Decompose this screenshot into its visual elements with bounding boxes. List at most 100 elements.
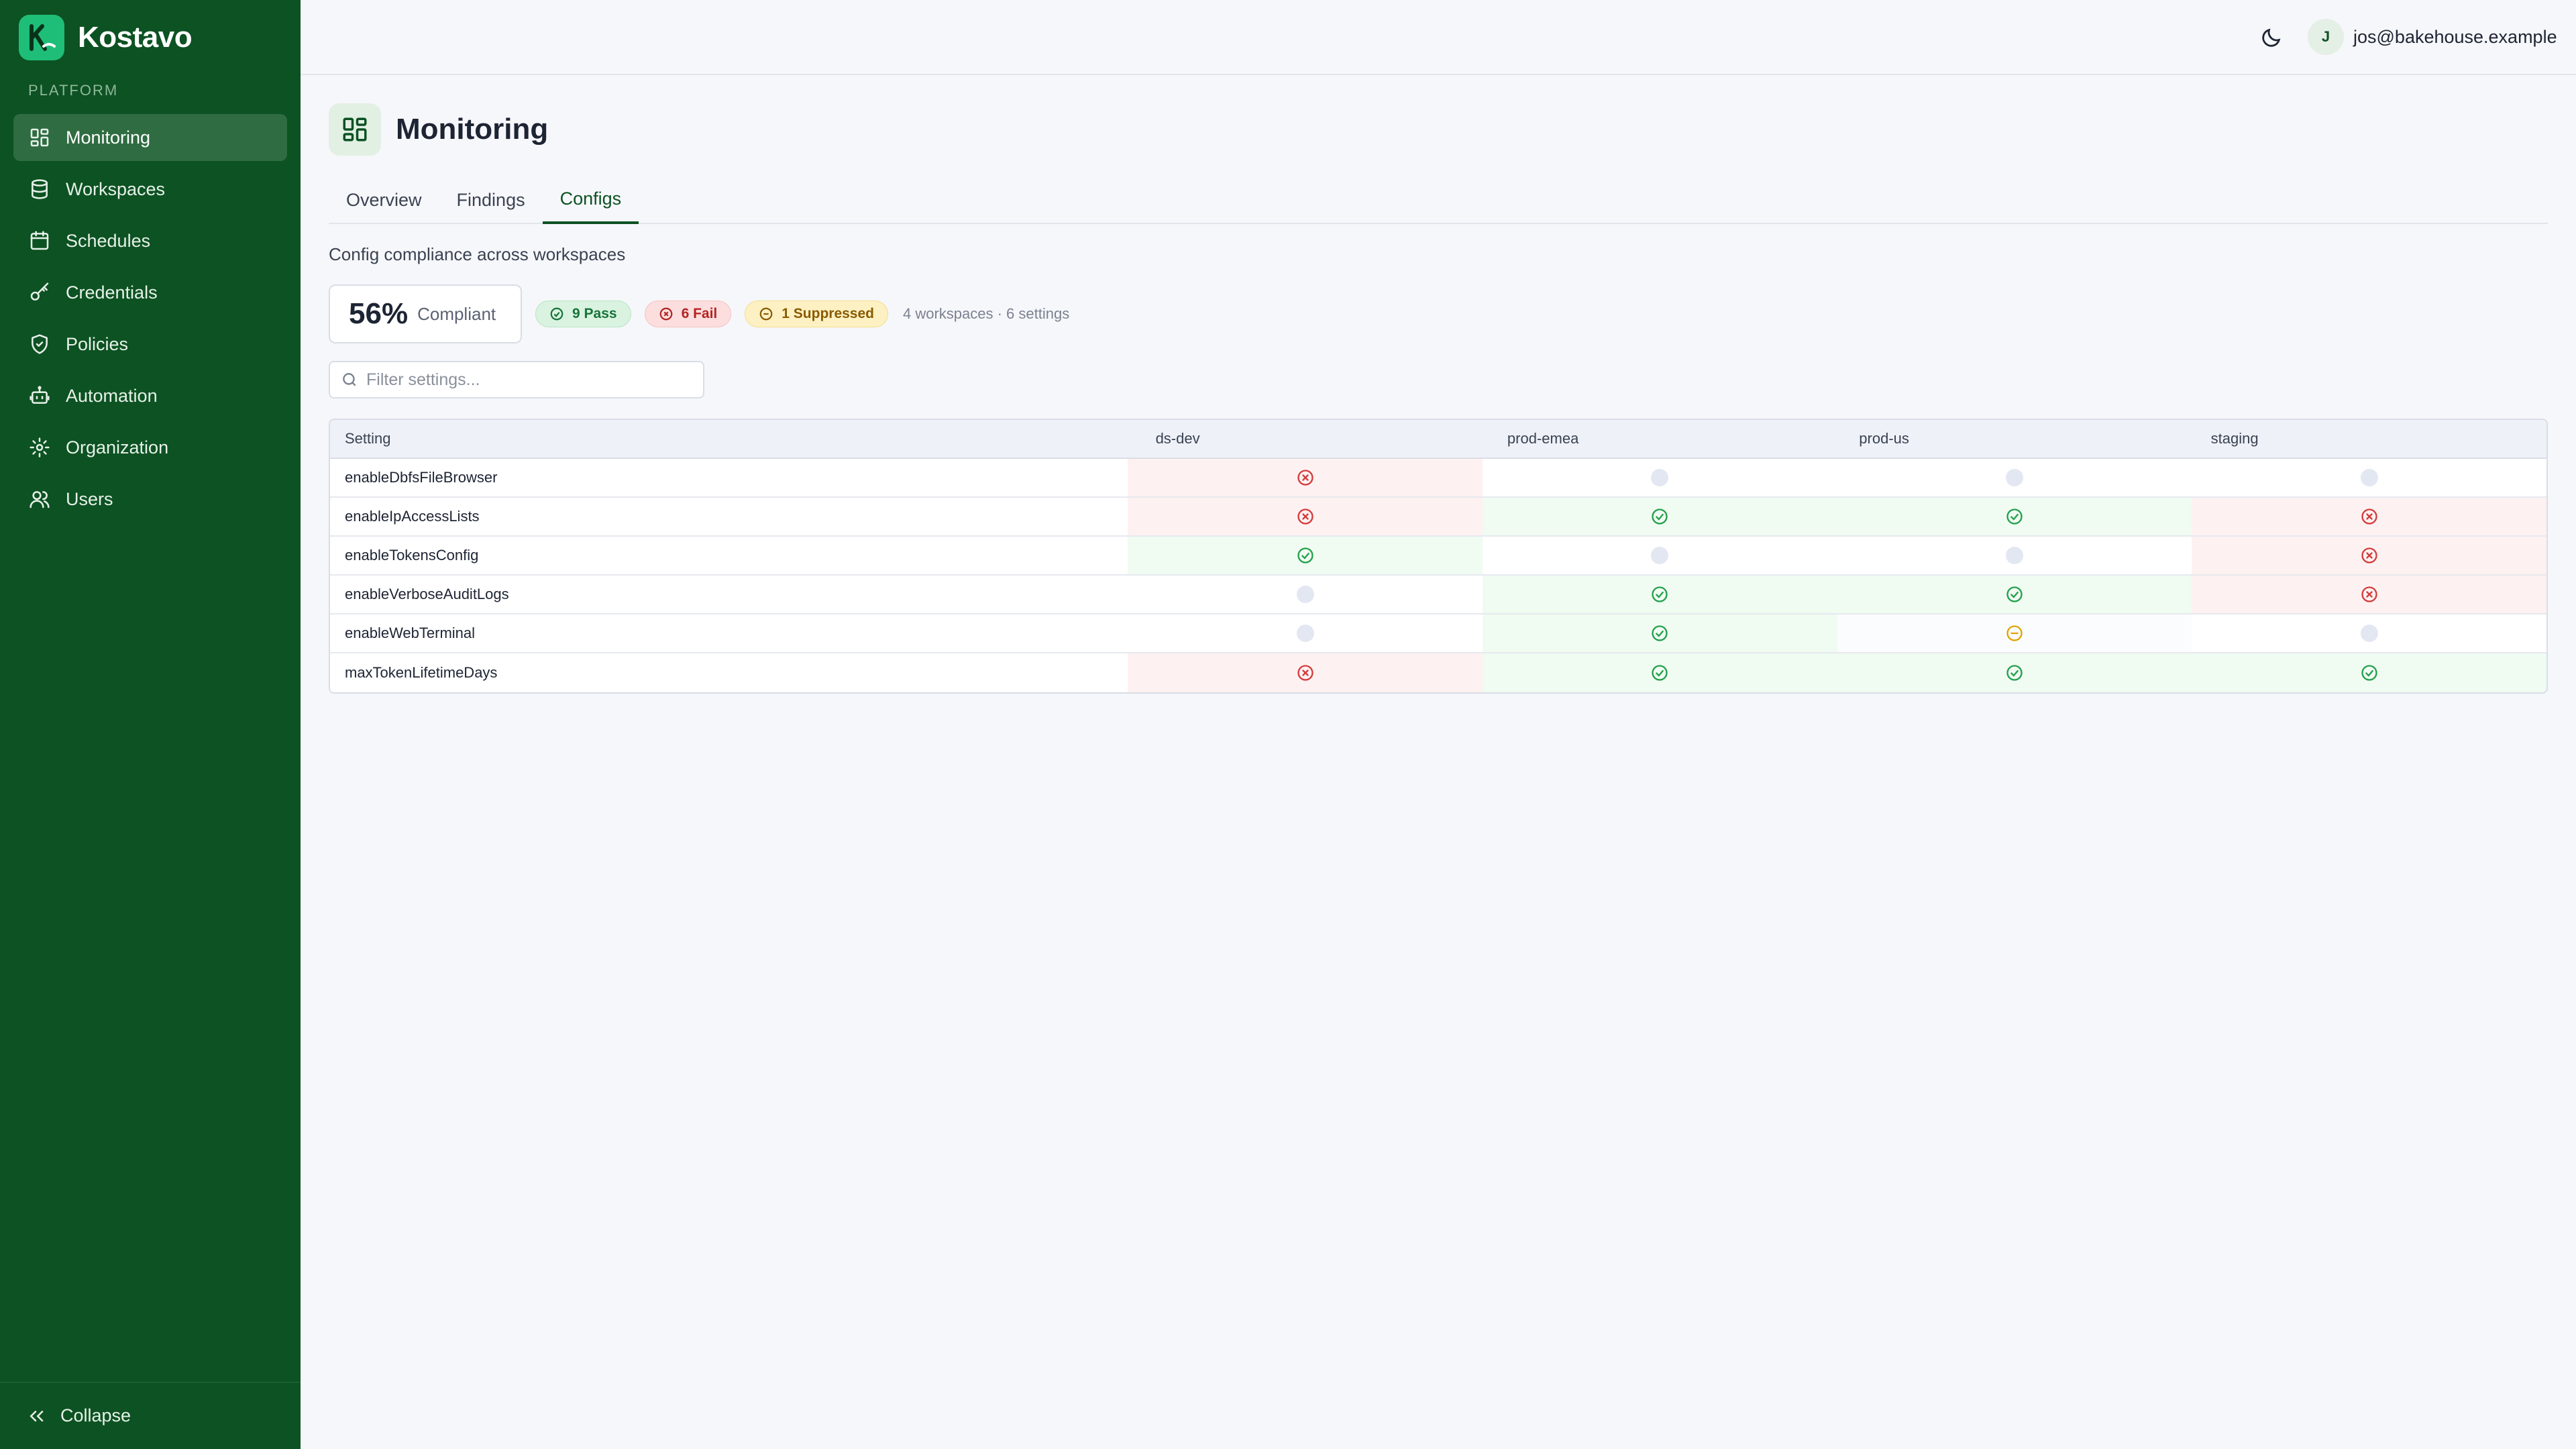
tab-findings[interactable]: Findings xyxy=(439,176,543,224)
workspace-name: prod-emea xyxy=(1507,430,1579,447)
not-applicable-icon xyxy=(2360,469,2378,486)
sidebar-item-label: Schedules xyxy=(66,230,151,251)
status-cell[interactable] xyxy=(1483,537,1837,574)
gear-icon xyxy=(28,436,51,459)
status-cell[interactable] xyxy=(1837,614,2192,652)
status-cell[interactable] xyxy=(1482,498,1837,535)
fail-count-badge: 6 Fail xyxy=(644,301,732,327)
tabs: Overview Findings Configs xyxy=(329,176,2548,224)
minus-circle-icon xyxy=(2006,625,2023,641)
status-cell[interactable] xyxy=(2192,653,2546,692)
status-cell[interactable] xyxy=(2192,614,2546,652)
table-header: Setting ds-dev prod-emea prod-us staging xyxy=(330,420,2546,459)
not-applicable-icon xyxy=(1296,625,1314,642)
sidebar-item-credentials[interactable]: Credentials xyxy=(13,269,287,316)
check-circle-icon xyxy=(2006,586,2023,602)
sidebar-item-label: Policies xyxy=(66,333,129,354)
suppressed-count-label: 1 Suppressed xyxy=(782,306,874,321)
compliance-value: 56% xyxy=(349,297,409,330)
sidebar-item-monitoring[interactable]: Monitoring xyxy=(13,114,287,161)
workspace-name: prod-us xyxy=(1859,430,1909,447)
setting-name: enableDbfsFileBrowser xyxy=(345,469,498,486)
filter-settings-field[interactable] xyxy=(329,361,704,398)
sidebar-item-label: Automation xyxy=(66,385,158,406)
sidebar-item-policies[interactable]: Policies xyxy=(13,321,287,368)
user-email: jos@bakehouse.example xyxy=(2353,26,2557,47)
page-header: Monitoring xyxy=(329,103,548,156)
status-cell[interactable] xyxy=(1128,653,1483,692)
status-cell[interactable] xyxy=(1128,498,1483,535)
status-cell[interactable] xyxy=(1128,614,1483,652)
key-icon xyxy=(28,281,51,304)
status-cell[interactable] xyxy=(1483,459,1837,496)
status-cell[interactable] xyxy=(1837,576,2192,613)
sidebar-item-label: Organization xyxy=(66,437,169,458)
status-cell[interactable] xyxy=(1128,459,1483,496)
table-row[interactable]: enableVerboseAuditLogs xyxy=(330,576,2546,614)
tab-configs[interactable]: Configs xyxy=(542,176,639,224)
check-circle-icon xyxy=(1652,625,1668,641)
database-icon xyxy=(28,178,51,201)
robot-icon xyxy=(28,384,51,407)
brand-logo-icon xyxy=(19,15,64,60)
user-menu[interactable]: J jos@bakehouse.example xyxy=(2308,19,2557,55)
not-applicable-icon xyxy=(1651,469,1669,486)
table-row[interactable]: enableDbfsFileBrowser xyxy=(330,459,2546,498)
sidebar-nav: Monitoring Workspaces Schedules Credenti… xyxy=(13,114,287,527)
table-row[interactable]: enableTokensConfig xyxy=(330,537,2546,576)
tab-overview[interactable]: Overview xyxy=(329,176,439,224)
status-cell[interactable] xyxy=(2192,498,2546,535)
status-cell[interactable] xyxy=(2192,459,2546,496)
pass-count-label: 9 Pass xyxy=(572,306,617,321)
column-header-setting: Setting xyxy=(345,430,391,447)
table-row[interactable]: maxTokenLifetimeDays xyxy=(330,653,2546,692)
column-header-workspace: prod-us xyxy=(1843,430,2194,447)
table-row[interactable]: enableIpAccessLists xyxy=(330,498,2546,537)
search-icon xyxy=(343,373,356,386)
nav-section-label: PLATFORM xyxy=(28,82,119,99)
workspace-name: ds-dev xyxy=(1155,430,1200,447)
stats-meta: 4 workspaces · 6 settings xyxy=(903,305,1070,322)
column-header-workspace: prod-emea xyxy=(1491,430,1843,447)
x-circle-icon xyxy=(2361,547,2377,564)
check-circle-icon xyxy=(1297,547,1313,564)
brand[interactable]: Kostavo xyxy=(19,15,193,60)
status-cell[interactable] xyxy=(2192,576,2546,613)
status-cell[interactable] xyxy=(1482,576,1837,613)
status-cell[interactable] xyxy=(1128,537,1483,574)
sidebar: Kostavo PLATFORM Monitoring Workspaces S… xyxy=(0,0,301,1449)
compliance-summary: 56% Compliant 9 Pass 6 Fail 1 Suppressed… xyxy=(329,284,1069,343)
not-applicable-icon xyxy=(1651,547,1669,564)
not-applicable-icon xyxy=(2005,469,2023,486)
check-circle-icon xyxy=(1652,665,1668,681)
theme-toggle-button[interactable] xyxy=(2254,20,2289,55)
collapse-label: Collapse xyxy=(60,1405,131,1426)
column-header-workspace: ds-dev xyxy=(1140,430,1491,447)
sidebar-item-organization[interactable]: Organization xyxy=(13,424,287,471)
table-row[interactable]: enableWebTerminal xyxy=(330,614,2546,653)
filter-settings-input[interactable] xyxy=(366,370,688,390)
column-header-workspace: staging xyxy=(2195,430,2546,447)
chevrons-left-icon xyxy=(30,1410,44,1421)
sidebar-item-workspaces[interactable]: Workspaces xyxy=(13,166,287,213)
sidebar-item-users[interactable]: Users xyxy=(13,476,287,523)
setting-name: maxTokenLifetimeDays xyxy=(345,664,498,681)
status-cell[interactable] xyxy=(1837,459,2192,496)
sidebar-item-automation[interactable]: Automation xyxy=(13,372,287,419)
status-cell[interactable] xyxy=(2192,537,2546,574)
status-cell[interactable] xyxy=(1482,614,1837,652)
status-cell[interactable] xyxy=(1837,537,2192,574)
fail-count-label: 6 Fail xyxy=(681,306,718,321)
x-circle-icon xyxy=(1297,508,1313,525)
status-cell[interactable] xyxy=(1482,653,1837,692)
moon-icon xyxy=(2262,28,2281,47)
setting-name: enableTokensConfig xyxy=(345,547,479,564)
setting-name: enableVerboseAuditLogs xyxy=(345,586,509,602)
check-circle-icon xyxy=(1652,508,1668,525)
sidebar-item-schedules[interactable]: Schedules xyxy=(13,217,287,264)
status-cell[interactable] xyxy=(1837,653,2192,692)
status-cell[interactable] xyxy=(1837,498,2192,535)
status-cell[interactable] xyxy=(1128,576,1483,613)
collapse-button[interactable]: Collapse xyxy=(0,1382,301,1449)
x-circle-icon xyxy=(659,307,672,321)
